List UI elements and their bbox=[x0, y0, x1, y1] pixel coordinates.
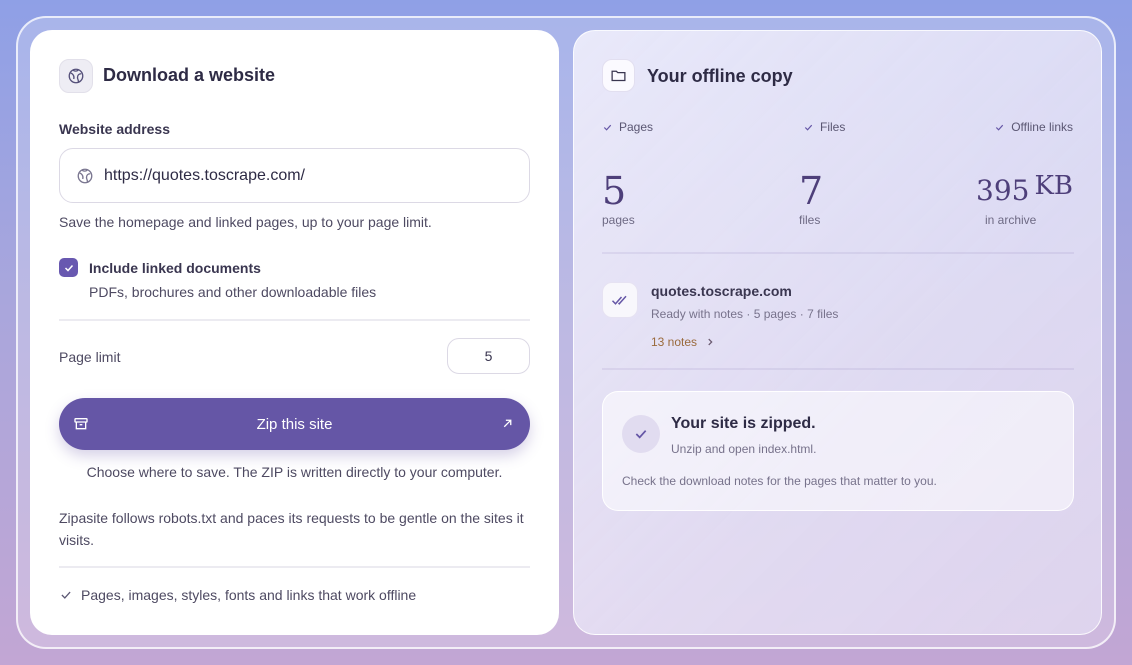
files-caption: files bbox=[799, 213, 821, 227]
include-docs-label[interactable]: Include linked documents bbox=[89, 260, 261, 276]
zipped-card: Your site is zipped. Unzip and open inde… bbox=[602, 391, 1074, 511]
panel-title: Download a website bbox=[103, 65, 276, 85]
feature-row: Pages, images, styles, fonts and links t… bbox=[59, 587, 416, 603]
archive-size-unit: KB bbox=[1034, 171, 1073, 201]
zipped-subtitle: Unzip and open index.html. bbox=[671, 442, 817, 456]
include-docs-checkbox[interactable] bbox=[59, 258, 78, 277]
arrow-up-right-icon bbox=[501, 417, 514, 430]
divider bbox=[59, 566, 530, 568]
url-hint: Save the homepage and linked pages, up t… bbox=[59, 214, 432, 230]
website-address-label: Website address bbox=[59, 121, 171, 137]
zip-button-label: Zip this site bbox=[256, 415, 333, 433]
divider bbox=[59, 319, 530, 321]
zipped-title: Your site is zipped. bbox=[671, 415, 816, 432]
check-offline-links: Offline links bbox=[994, 120, 1073, 134]
globe-icon bbox=[76, 167, 94, 185]
include-docs-description: PDFs, brochures and other downloadable f… bbox=[89, 284, 377, 300]
offline-copy-panel: Your offline copy Pages Files Offline li… bbox=[573, 30, 1102, 635]
pages-count: 5 bbox=[602, 169, 627, 213]
divider bbox=[602, 252, 1074, 254]
chevron-right-icon bbox=[708, 338, 713, 346]
download-panel: Download a website Website address Save … bbox=[30, 30, 559, 635]
site-status: Ready with notes · 5 pages · 7 files bbox=[651, 307, 839, 321]
files-count: 7 bbox=[799, 169, 824, 213]
double-check-icon bbox=[602, 282, 638, 318]
archive-size: 395 KB bbox=[976, 169, 1073, 213]
zip-site-button[interactable]: Zip this site bbox=[59, 398, 530, 450]
page-limit-label: Page limit bbox=[59, 349, 121, 365]
page-limit-input[interactable] bbox=[458, 348, 519, 364]
check-icon bbox=[804, 124, 813, 131]
panel-title: Your offline copy bbox=[647, 66, 793, 86]
notes-link[interactable]: 13 notes bbox=[651, 335, 715, 349]
url-input[interactable] bbox=[104, 166, 504, 185]
notes-link-label: 13 notes bbox=[651, 335, 698, 349]
robots-note: Zipasite follows robots.txt and paces it… bbox=[59, 510, 524, 548]
archive-size-value: 395 bbox=[976, 174, 1030, 207]
zipped-note: Check the download notes for the pages t… bbox=[622, 474, 937, 488]
check-icon bbox=[61, 591, 71, 599]
archive-size-caption: in archive bbox=[985, 213, 1037, 227]
globe-icon bbox=[59, 59, 93, 93]
folder-icon bbox=[602, 59, 635, 92]
archive-icon bbox=[73, 416, 89, 432]
url-field[interactable] bbox=[59, 148, 530, 203]
save-note: Choose where to save. The ZIP is written… bbox=[86, 464, 503, 480]
feature-note: Pages, images, styles, fonts and links t… bbox=[81, 587, 417, 603]
check-pages: Pages bbox=[602, 120, 653, 134]
check-files: Files bbox=[803, 120, 845, 134]
pages-caption: pages bbox=[602, 213, 635, 227]
divider bbox=[602, 368, 1074, 370]
page-limit-stepper[interactable] bbox=[447, 338, 530, 374]
site-domain: quotes.toscrape.com bbox=[651, 283, 792, 299]
check-icon bbox=[603, 124, 612, 131]
check-circle-icon bbox=[622, 415, 660, 453]
check-icon bbox=[64, 264, 73, 272]
check-icon bbox=[996, 124, 1004, 131]
